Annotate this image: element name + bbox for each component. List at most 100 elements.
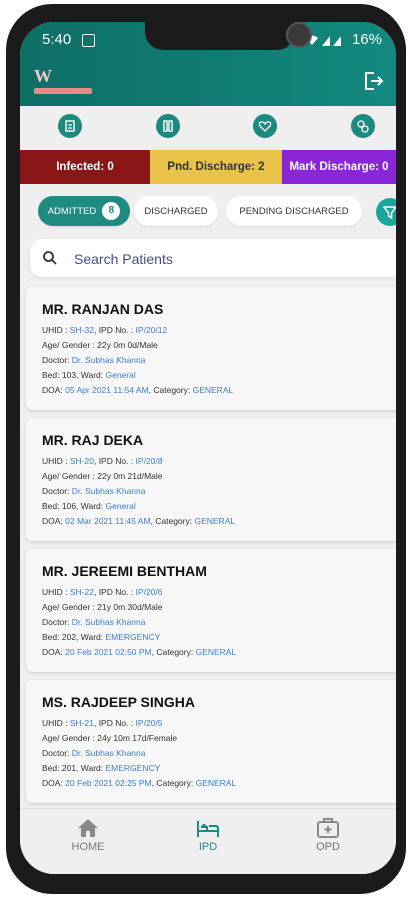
age-value: 22y 0m 21d/Male: [97, 471, 163, 481]
camera-icon: [286, 22, 312, 48]
doctor-value[interactable]: Dr. Subhas Khanna: [72, 748, 146, 758]
uhid-value[interactable]: SH-22: [70, 587, 94, 597]
patient-name: MR. JEREEMI BENTHAM: [42, 563, 207, 579]
ward-value: EMERGENCY: [105, 632, 161, 642]
patient-bed: Bed: 103, Ward: General: [42, 370, 136, 380]
vitals-icon[interactable]: [156, 114, 180, 138]
category-label: , Category:: [151, 778, 196, 788]
ipd-value[interactable]: IP/20/12: [136, 325, 168, 335]
admitted-count-badge: 8: [102, 202, 121, 220]
infected-count[interactable]: Infected: 0: [20, 150, 150, 184]
age-label: Age/ Gender :: [42, 471, 98, 481]
bed-value: 201: [61, 763, 77, 773]
patient-doctor: Doctor: Dr. Subhas Khanna: [42, 486, 146, 496]
uhid-value[interactable]: SH-20: [70, 456, 94, 466]
patient-name: MR. RANJAN DAS: [42, 301, 164, 317]
doctor-label: Doctor:: [42, 486, 72, 496]
quick-action-row: [20, 106, 396, 150]
medicine-icon[interactable]: [351, 114, 375, 138]
patient-card[interactable]: MS. RAJDEEP SINGHA UHID : SH-21, IPD No. …: [26, 680, 396, 803]
search-icon: [43, 251, 57, 265]
app-header: 5:40 16% W: [20, 22, 396, 106]
filter-icon: [382, 206, 396, 220]
bed-label: Bed:: [42, 632, 62, 642]
uhid-label: UHID :: [42, 456, 70, 466]
category-label: , Category:: [148, 385, 193, 395]
ward-value: General: [105, 370, 136, 380]
mark-discharge-count[interactable]: Mark Discharge: 0: [282, 150, 396, 184]
filter-button[interactable]: [376, 198, 396, 226]
tab-admitted[interactable]: ADMITTED 8: [38, 196, 130, 226]
doa-label: DOA:: [42, 516, 66, 526]
home-icon: [78, 819, 98, 837]
category-value: GENERAL: [194, 516, 236, 526]
category-value: GENERAL: [195, 778, 237, 788]
patient-doctor: Doctor: Dr. Subhas Khanna: [42, 617, 146, 627]
doctor-label: Doctor:: [42, 748, 72, 758]
medical-kit-icon: [317, 818, 339, 838]
discharge-stats: Infected: 0 Pnd. Discharge: 2 Mark Disch…: [20, 150, 396, 184]
category-label: , Category:: [150, 516, 195, 526]
patient-card[interactable]: MR. JEREEMI BENTHAM UHID : SH-22, IPD No.…: [26, 549, 396, 672]
doctor-value[interactable]: Dr. Subhas Khanna: [72, 486, 146, 496]
patient-bed: Bed: 201, Ward: EMERGENCY: [42, 763, 160, 773]
ward-label: , Ward:: [76, 632, 106, 642]
uhid-value[interactable]: SH-32: [70, 325, 94, 335]
patient-ids: UHID : SH-22, IPD No. : IP/20/6: [42, 587, 162, 597]
ward-label: , Ward:: [76, 501, 106, 511]
patient-doctor: Doctor: Dr. Subhas Khanna: [42, 748, 146, 758]
bed-icon: [197, 821, 219, 837]
doa-value: 02 Mar 2021 11:45 AM: [65, 516, 151, 526]
patient-ids: UHID : SH-21, IPD No. : IP/20/5: [42, 718, 162, 728]
uhid-label: UHID :: [42, 325, 70, 335]
report-icon[interactable]: [58, 114, 82, 138]
patient-doa: DOA: 02 Mar 2021 11:45 AM, Category: GEN…: [42, 516, 235, 526]
ipd-value[interactable]: IP/20/5: [136, 718, 163, 728]
tab-discharged-label: DISCHARGED: [144, 205, 208, 217]
uhid-value[interactable]: SH-21: [70, 718, 94, 728]
ward-label: , Ward:: [76, 763, 106, 773]
patient-ids: UHID : SH-32, IPD No. : IP/20/12: [42, 325, 167, 335]
ipd-value[interactable]: IP/20/8: [136, 456, 163, 466]
nav-opd[interactable]: OPD: [288, 817, 368, 853]
age-value: 22y 0m 0d/Male: [97, 340, 158, 350]
uhid-label: UHID :: [42, 718, 70, 728]
tab-pending-discharged[interactable]: PENDING DISCHARGED: [226, 196, 362, 226]
nav-ipd[interactable]: IPD: [168, 817, 248, 853]
patient-card[interactable]: MR. RAJ DEKA UHID : SH-20, IPD No. : IP/2…: [26, 418, 396, 541]
age-label: Age/ Gender :: [42, 602, 98, 612]
search-input[interactable]: [72, 247, 386, 271]
pending-discharge-count[interactable]: Pnd. Discharge: 2: [150, 150, 282, 184]
patient-doctor: Doctor: Dr. Subhas Khanna: [42, 355, 146, 365]
tab-discharged[interactable]: DISCHARGED: [134, 196, 218, 226]
doa-label: DOA:: [42, 778, 66, 788]
doa-value: 05 Apr 2021 11:54 AM: [65, 385, 149, 395]
patient-bed: Bed: 202, Ward: EMERGENCY: [42, 632, 160, 642]
bed-value: 202: [61, 632, 77, 642]
app-screen: 5:40 16% W Infected: 0 Pnd. Discharge: 2…: [20, 22, 396, 874]
status-time: 5:40: [42, 31, 72, 48]
ipd-label: , IPD No. :: [93, 587, 136, 597]
patient-name: MS. RAJDEEP SINGHA: [42, 694, 195, 710]
heart-monitor-icon[interactable]: [253, 114, 277, 138]
ipd-label: , IPD No. :: [93, 718, 136, 728]
patient-ids: UHID : SH-20, IPD No. : IP/20/8: [42, 456, 162, 466]
age-value: 21y 0m 30d/Male: [97, 602, 163, 612]
logo-bar: [34, 88, 92, 94]
patient-doa: DOA: 20 Feb 2021 02:25 PM, Category: GEN…: [42, 778, 236, 788]
patient-card[interactable]: MR. RANJAN DAS UHID : SH-32, IPD No. : IP…: [26, 287, 396, 410]
age-label: Age/ Gender :: [42, 340, 98, 350]
app-logo: W: [34, 66, 94, 94]
bottom-nav: HOME IPD OPD: [20, 808, 396, 874]
doctor-value[interactable]: Dr. Subhas Khanna: [72, 617, 146, 627]
patient-doa: DOA: 05 Apr 2021 11:54 AM, Category: GEN…: [42, 385, 233, 395]
ipd-value[interactable]: IP/20/6: [136, 587, 163, 597]
bed-label: Bed:: [42, 370, 62, 380]
doctor-value[interactable]: Dr. Subhas Khanna: [72, 355, 146, 365]
bed-label: Bed:: [42, 501, 62, 511]
category-value: GENERAL: [195, 647, 237, 657]
nav-home[interactable]: HOME: [48, 817, 128, 853]
logout-icon[interactable]: [362, 70, 384, 92]
ward-label: , Ward:: [76, 370, 106, 380]
bed-value: 103: [61, 370, 77, 380]
